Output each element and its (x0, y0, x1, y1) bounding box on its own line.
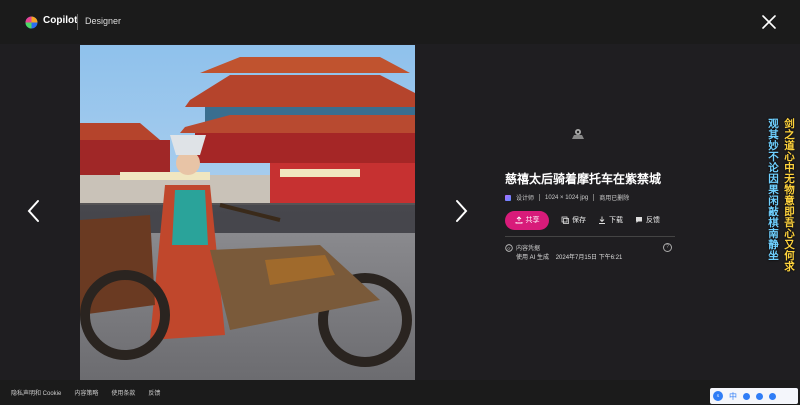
meta-dimensions: 1024 × 1024 jpg (545, 194, 589, 201)
meta-separator (593, 194, 595, 201)
top-bar: Copilot Designer (0, 0, 800, 44)
credentials-label: 内容凭据 (516, 246, 541, 252)
ime-language[interactable]: 中 (729, 391, 737, 402)
panel-divider (505, 236, 675, 237)
help-icon[interactable]: ? (663, 243, 672, 252)
content-credentials: cr 内容凭据 (505, 243, 540, 252)
overlay-text-line-1: 剑之道心中无物意即吾心又何求 (783, 118, 795, 272)
save-label: 保存 (572, 217, 586, 224)
previous-arrow-icon[interactable] (25, 197, 43, 225)
overlay-text-line-2: 观其妙不论因果闲敲棋南静坐 (767, 118, 779, 261)
footer: 隐私声明和 Cookie 内容策略 使用条款 反馈 (0, 380, 800, 405)
credentials-date: 2024年7月15日 下午6:21 (555, 255, 623, 261)
close-icon[interactable] (760, 13, 778, 31)
generated-image (80, 45, 415, 380)
share-icon (515, 216, 522, 224)
designer-icon (505, 194, 511, 201)
ime-keyboard-icon[interactable] (769, 392, 776, 400)
ime-toolbar[interactable]: S 中 (710, 388, 798, 404)
save-icon (561, 216, 569, 224)
download-button[interactable]: 下载 (598, 215, 623, 225)
credentials-detail: 使用 AI 生成 (516, 255, 550, 261)
meta-separator (539, 194, 541, 201)
download-label: 下载 (609, 217, 623, 224)
download-icon (599, 216, 605, 224)
action-bar: 共享 保存 下载 反馈 (505, 210, 660, 230)
image-meta: 设计师 1024 × 1024 jpg 商用已删除 (505, 193, 629, 202)
footer-link-feedback[interactable]: 反馈 (148, 388, 160, 397)
header-divider (77, 14, 78, 30)
credentials-detail-row: 使用 AI 生成 2024年7月15日 下午6:21 (516, 252, 622, 261)
feedback-label: 反馈 (646, 217, 660, 224)
ime-punctuation-icon[interactable] (743, 392, 750, 400)
footer-link-content-policy[interactable]: 内容策略 (74, 388, 98, 397)
ime-logo-icon: S (713, 391, 723, 401)
save-button[interactable]: 保存 (561, 215, 586, 225)
footer-link-privacy[interactable]: 隐私声明和 Cookie (11, 388, 61, 397)
designer-mascot-icon (572, 129, 584, 139)
credentials-icon: cr (505, 243, 513, 252)
copilot-logo-icon (25, 16, 38, 29)
brand-name: Copilot (43, 15, 78, 26)
product-name: Designer (85, 16, 122, 26)
footer-link-terms[interactable]: 使用条款 (111, 388, 135, 397)
share-button[interactable]: 共享 (505, 210, 549, 230)
meta-creator: 设计师 (516, 196, 535, 202)
svg-text:cr: cr (507, 245, 511, 250)
feedback-icon (636, 217, 642, 223)
feedback-button[interactable]: 反馈 (635, 215, 660, 225)
ime-microphone-icon[interactable] (756, 392, 763, 400)
meta-license: 商用已删除 (599, 196, 630, 202)
share-label: 共享 (525, 217, 540, 224)
image-title: 慈禧太后骑着摩托车在紫禁城 (505, 172, 662, 186)
next-arrow-icon[interactable] (452, 197, 470, 225)
